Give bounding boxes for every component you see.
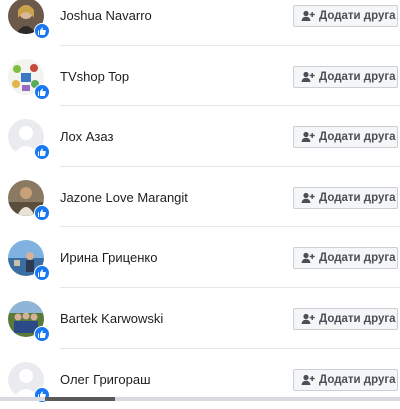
list-item: Jazone Love Marangit Додати друга: [0, 167, 400, 228]
like-thumb-icon: [34, 23, 50, 39]
taskbar-item: [45, 397, 115, 401]
add-friend-button[interactable]: Додати друга: [293, 369, 398, 391]
people-list: Joshua Navarro Додати друга TVshop Top: [0, 0, 400, 409]
add-friend-button[interactable]: Додати друга: [293, 247, 398, 269]
add-friend-button[interactable]: Додати друга: [293, 308, 398, 330]
list-item: Joshua Navarro Додати друга: [0, 0, 400, 46]
add-friend-label: Додати друга: [319, 192, 396, 204]
add-friend-icon: [301, 71, 315, 83]
like-thumb-icon: [34, 205, 50, 221]
person-name[interactable]: Олег Григораш: [60, 372, 151, 387]
add-friend-button[interactable]: Додати друга: [293, 187, 398, 209]
list-item: TVshop Top Додати друга: [0, 46, 400, 107]
add-friend-button[interactable]: Додати друга: [293, 126, 398, 148]
like-thumb-icon: [34, 326, 50, 342]
add-friend-label: Додати друга: [319, 313, 396, 325]
list-item: Bartek Karwowski Додати друга: [0, 288, 400, 349]
add-friend-icon: [301, 192, 315, 204]
add-friend-icon: [301, 374, 315, 386]
person-name[interactable]: Joshua Navarro: [60, 8, 152, 23]
add-friend-icon: [301, 313, 315, 325]
taskbar-edge: [0, 397, 400, 401]
add-friend-label: Додати друга: [319, 374, 396, 386]
person-name[interactable]: Ирина Гриценко: [60, 250, 157, 265]
add-friend-icon: [301, 252, 315, 264]
add-friend-label: Додати друга: [319, 252, 396, 264]
add-friend-label: Додати друга: [319, 10, 396, 22]
list-item: Лох Азаз Додати друга: [0, 106, 400, 167]
like-thumb-icon: [34, 84, 50, 100]
add-friend-button[interactable]: Додати друга: [293, 66, 398, 88]
person-name[interactable]: Лох Азаз: [60, 129, 113, 144]
add-friend-icon: [301, 10, 315, 22]
like-thumb-icon: [34, 265, 50, 281]
list-item: Ирина Гриценко Додати друга: [0, 227, 400, 288]
person-name[interactable]: TVshop Top: [60, 69, 129, 84]
add-friend-button[interactable]: Додати друга: [293, 5, 398, 27]
like-thumb-icon: [34, 144, 50, 160]
add-friend-label: Додати друга: [319, 131, 396, 143]
add-friend-label: Додати друга: [319, 71, 396, 83]
person-name[interactable]: Jazone Love Marangit: [60, 190, 188, 205]
person-name[interactable]: Bartek Karwowski: [60, 311, 163, 326]
add-friend-icon: [301, 131, 315, 143]
